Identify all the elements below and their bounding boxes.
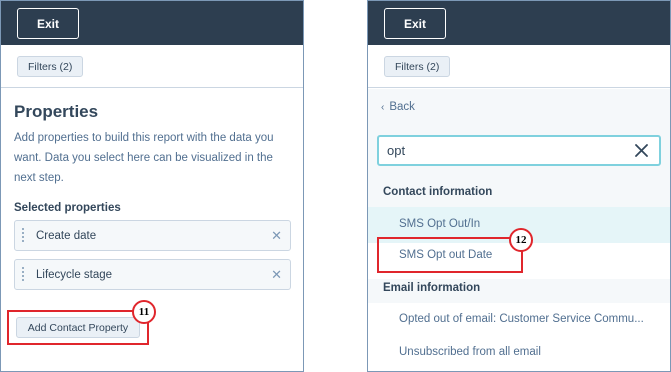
sms-opt-out-date-highlight	[377, 237, 523, 273]
filters-button[interactable]: Filters (2)	[384, 56, 451, 77]
group-header-contact-information: Contact information	[383, 186, 493, 198]
selected-property-label: Create date	[36, 229, 97, 242]
properties-title: Properties	[14, 102, 99, 121]
option-unsubscribed-from-all-email[interactable]: Unsubscribed from all email	[399, 346, 541, 358]
property-search-input[interactable]	[387, 143, 617, 158]
selected-property-lifecycle-stage[interactable]: Lifecycle stage ✕	[14, 259, 291, 290]
option-sms-opt-out-in[interactable]: SMS Opt Out/In	[399, 218, 480, 230]
selected-properties-label: Selected properties	[14, 202, 121, 214]
property-picker-panel: Exit Filters (2) ‹ Back Contact informati…	[367, 0, 671, 372]
exit-button[interactable]: Exit	[17, 8, 79, 39]
remove-icon[interactable]: ✕	[271, 228, 282, 244]
properties-description: Add properties to build this report with…	[14, 132, 274, 184]
filter-bar: Filters (2)	[368, 45, 670, 88]
filters-button[interactable]: Filters (2)	[17, 56, 84, 77]
exit-button[interactable]: Exit	[384, 8, 446, 39]
selected-property-label: Lifecycle stage	[36, 268, 113, 281]
drag-handle-icon[interactable]	[22, 228, 26, 244]
properties-section: Properties Add properties to build this …	[1, 88, 303, 290]
top-bar: Exit	[368, 1, 670, 45]
selected-property-create-date[interactable]: Create date ✕	[14, 220, 291, 251]
back-link[interactable]: ‹ Back	[381, 101, 415, 113]
chevron-left-icon: ‹	[381, 102, 385, 113]
option-opted-out-customer-service[interactable]: Opted out of email: Customer Service Com…	[399, 313, 644, 325]
top-bar: Exit	[1, 1, 303, 45]
add-property-highlight: Add Contact Property	[7, 310, 149, 345]
clear-search-icon[interactable]	[634, 143, 649, 158]
group-header-email-information: Email information	[383, 282, 481, 294]
property-search-box[interactable]	[377, 135, 661, 166]
add-contact-property-button[interactable]: Add Contact Property	[16, 317, 140, 338]
remove-icon[interactable]: ✕	[271, 267, 282, 283]
step-badge-11: 11	[132, 300, 156, 324]
step-badge-12: 12	[509, 228, 533, 252]
filter-bar: Filters (2)	[1, 45, 303, 88]
drag-handle-icon[interactable]	[22, 267, 26, 283]
back-label: Back	[389, 101, 415, 113]
